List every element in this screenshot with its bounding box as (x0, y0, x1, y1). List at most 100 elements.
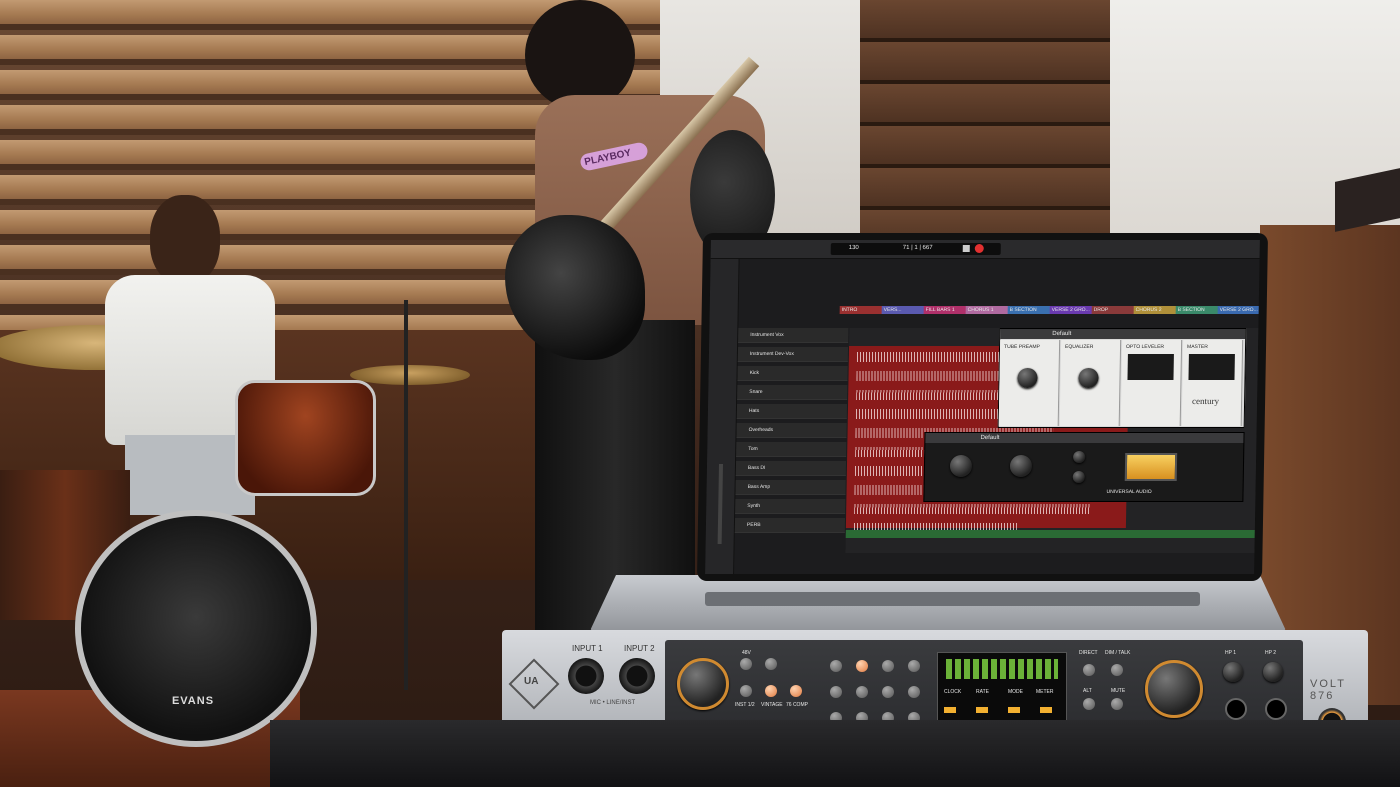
track-name: Instrument Dev-Vox (749, 351, 794, 357)
plugin-module[interactable]: TUBE PREAMP (998, 340, 1061, 426)
meter-label: METER (1036, 689, 1054, 695)
snare-drum (235, 380, 376, 496)
76-comp-button[interactable] (790, 685, 802, 697)
track-name: Kick (749, 370, 760, 376)
section-marker[interactable]: CHORUS 1 (965, 306, 1010, 314)
track-header[interactable]: Bass DI (735, 461, 847, 476)
stop-button[interactable] (962, 245, 970, 252)
alt-button[interactable] (1083, 698, 1095, 710)
hp1-knob[interactable] (1223, 662, 1243, 682)
section-marker[interactable]: B SECTION (1175, 306, 1220, 314)
input-2-label: INPUT 2 (624, 644, 655, 653)
track-header[interactable]: Bass Amp (735, 480, 846, 495)
section-marker[interactable]: DROP (1091, 306, 1136, 314)
vu-meter (1124, 453, 1178, 481)
track-name: Snare (749, 389, 763, 395)
wood-panel-slat (860, 84, 1110, 126)
plugin-knob[interactable] (1017, 368, 1038, 388)
scene: EVANS PLAYBOY 130 71 | 1 | 667 INTRO VERS… (0, 0, 1400, 787)
76comp-label: 76 COMP (786, 702, 808, 708)
track-header[interactable]: PERB (734, 518, 846, 533)
section-marker[interactable]: INTRO (839, 306, 884, 314)
master-brand: century (1192, 396, 1220, 406)
track-header[interactable]: Hats (736, 404, 848, 419)
rate-label: RATE (976, 689, 989, 695)
track-header[interactable]: Synth (735, 499, 846, 514)
amp-brand: UNIVERSAL AUDIO (1106, 489, 1152, 495)
gain-knob[interactable] (677, 658, 729, 710)
track-name: PERB (746, 522, 761, 528)
channel-select-button[interactable] (882, 660, 894, 672)
input-1-label: INPUT 1 (572, 644, 603, 653)
channel-select-button[interactable] (908, 686, 920, 698)
position-readout: 71 | 1 | 667 (902, 245, 933, 251)
section-marker[interactable]: VERSE 2 GRO... (1217, 306, 1260, 314)
mute-button[interactable] (1111, 698, 1123, 710)
ua-logo-text: UA (524, 676, 539, 687)
channel-select-button[interactable] (830, 686, 842, 698)
track-name: Bass Amp (747, 484, 771, 490)
input-knob[interactable] (949, 455, 973, 477)
hp1-label: HP 1 (1225, 650, 1237, 656)
plugin-module[interactable]: MASTER century (1181, 340, 1244, 426)
plugin-module[interactable]: EQUALIZER (1059, 340, 1122, 426)
alt-label: ALT (1083, 688, 1092, 694)
plugin-knob[interactable] (1078, 368, 1099, 388)
wood-panel-slat (860, 168, 1110, 210)
model-label: VOLT 876 (1310, 678, 1346, 702)
section-marker[interactable]: CHORUS 2 (1133, 306, 1178, 314)
track-header[interactable]: Instrument Vox (738, 328, 849, 343)
track-name: Instrument Vox (750, 332, 784, 338)
plugin-preset: Default (1052, 331, 1072, 337)
output-knob[interactable] (1009, 455, 1033, 477)
volume-fader[interactable] (717, 464, 724, 544)
section-marker[interactable]: VERSE 2 GRO... (1049, 306, 1094, 314)
hp2-jack[interactable] (1265, 698, 1287, 720)
inst-button[interactable] (740, 685, 752, 697)
mic-stand (404, 300, 408, 690)
wood-panel-slat (860, 0, 1110, 42)
section-marker[interactable]: VERS... (881, 306, 926, 314)
attack-knob[interactable] (1073, 451, 1086, 463)
phase-button[interactable] (765, 658, 777, 670)
laptop-screen: 130 71 | 1 | 667 INTRO VERS... FILL BARS 1… (696, 233, 1269, 581)
monitor-knob[interactable] (1145, 660, 1203, 718)
amp-preset: Default (980, 435, 1000, 441)
channel-select-button[interactable] (856, 660, 868, 672)
guitarist-hair (525, 0, 635, 110)
vu-meter (1188, 354, 1235, 380)
direct-label: DIRECT (1079, 650, 1098, 656)
section-marker[interactable]: FILL BARS 1 (923, 306, 968, 314)
48v-button[interactable] (740, 658, 752, 670)
hp2-knob[interactable] (1263, 662, 1283, 682)
plugin-name: TUBE PREAMP (1003, 344, 1040, 350)
vintage-button[interactable] (765, 685, 777, 697)
channel-select-button[interactable] (830, 660, 842, 672)
plugin-name: EQUALIZER (1064, 344, 1094, 350)
channel-select-button[interactable] (856, 686, 868, 698)
green-region[interactable] (845, 530, 1255, 538)
plugin-module[interactable]: OPTO LEVELER (1120, 340, 1183, 426)
track-header[interactable]: Kick (737, 366, 848, 381)
dimtalk-label: DIM / TALK (1105, 650, 1131, 656)
track-header[interactable]: Snare (737, 385, 848, 400)
track-header[interactable]: Tom (736, 442, 847, 457)
mute-label: MUTE (1111, 688, 1126, 694)
direct-button[interactable] (1083, 664, 1095, 676)
dim-talk-button[interactable] (1111, 664, 1123, 676)
track-header[interactable]: Instrument Dev-Vox (737, 347, 849, 362)
laptop-keyboard (705, 592, 1200, 606)
input-1-jack[interactable] (568, 658, 604, 694)
amp-titlebar: Default (925, 433, 1244, 443)
channel-select-button[interactable] (908, 660, 920, 672)
input-2-jack[interactable] (619, 658, 655, 694)
track-header[interactable]: Overheads (736, 423, 847, 438)
hp1-jack[interactable] (1225, 698, 1247, 720)
channel-select-button[interactable] (882, 686, 894, 698)
plugin-window: Default TUBE PREAMP EQUALIZER OPTO LEVELER… (997, 328, 1247, 428)
plugin-name: OPTO LEVELER (1125, 344, 1165, 350)
section-marker[interactable]: B SECTION (1007, 306, 1052, 314)
track-name: Hats (748, 408, 760, 414)
display-screen: CLOCK RATE MODE METER (937, 652, 1067, 730)
release-knob[interactable] (1072, 471, 1085, 483)
